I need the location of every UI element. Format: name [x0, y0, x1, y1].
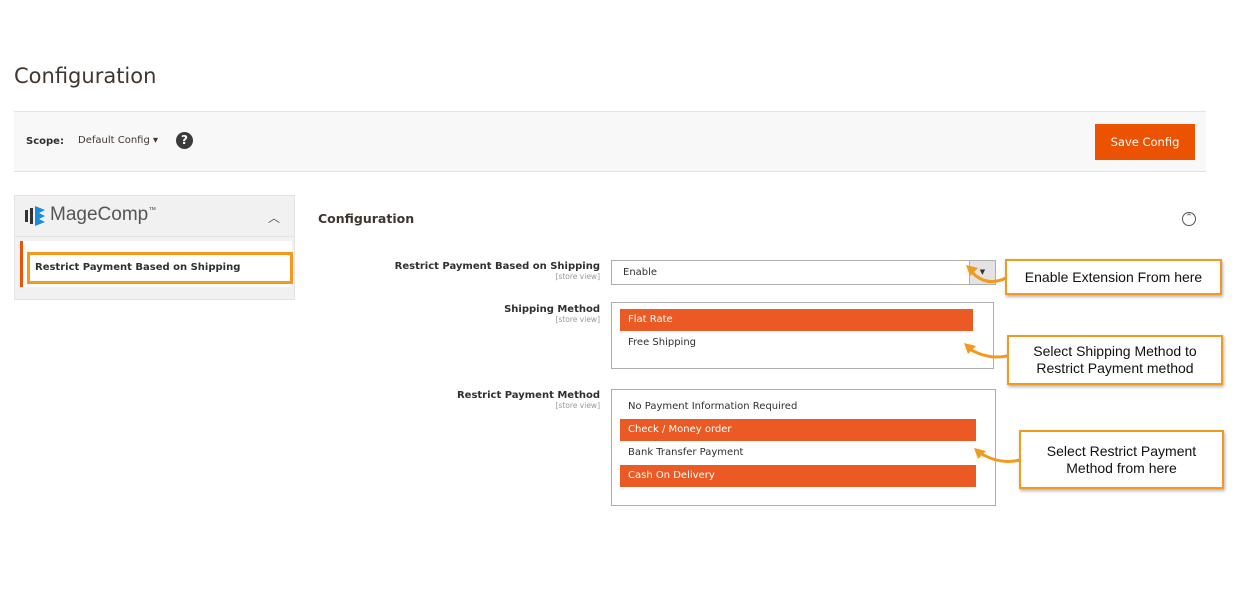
annotation-shipping: Select Shipping Method to Restrict Payme…: [1007, 335, 1223, 385]
scope-label: Scope:: [26, 136, 64, 147]
annotation-enable: Enable Extension From here: [1005, 259, 1222, 295]
save-config-button[interactable]: Save Config: [1095, 124, 1195, 160]
option-no-payment[interactable]: No Payment Information Required: [620, 396, 976, 418]
option-bank-transfer[interactable]: Bank Transfer Payment: [620, 442, 976, 464]
option-flat-rate[interactable]: Flat Rate: [620, 309, 973, 331]
annotation-payment: Select Restrict Payment Method from here: [1019, 430, 1224, 489]
caret-down-icon: ▾: [153, 135, 159, 146]
restrict-payment-enable-select[interactable]: Enable ▼: [611, 260, 996, 285]
chevron-up-icon[interactable]: ︿: [268, 209, 280, 226]
option-cash-on-delivery[interactable]: Cash On Delivery: [620, 465, 976, 487]
shipping-method-multiselect[interactable]: Flat Rate Free Shipping: [611, 302, 994, 369]
arrow-icon: [979, 451, 1021, 463]
sidebar-item-label: Restrict Payment Based on Shipping: [27, 252, 293, 284]
help-icon[interactable]: ?: [176, 132, 193, 149]
arrow-icon: [968, 269, 1007, 284]
field-label: Restrict Payment Based on Shipping [store…: [394, 261, 600, 281]
brand-name: MageComp™: [50, 204, 157, 225]
magecomp-logo-icon: [25, 206, 45, 226]
scope-switcher[interactable]: Default Config ▾: [78, 135, 158, 146]
collapse-icon[interactable]: ⌃: [1182, 212, 1196, 226]
select-value: Enable: [623, 267, 658, 278]
option-check-money-order[interactable]: Check / Money order: [620, 419, 976, 441]
sidebar-group-magecomp[interactable]: MageComp™ ︿: [15, 196, 294, 237]
sidebar-item-restrict-payment[interactable]: Restrict Payment Based on Shipping: [20, 241, 293, 287]
field-label: Restrict Payment Method [store view]: [456, 390, 600, 410]
scope-value: Default Config: [78, 135, 150, 146]
section-title[interactable]: Configuration: [318, 211, 414, 226]
field-label: Shipping Method [store view]: [504, 304, 600, 324]
restrict-payment-method-multiselect[interactable]: No Payment Information Required Check / …: [611, 389, 996, 506]
page-title: Configuration: [14, 64, 157, 88]
scope-bar: Scope: Default Config ▾ ? Save Config: [14, 111, 1206, 172]
option-free-shipping[interactable]: Free Shipping: [620, 332, 973, 354]
sidebar: MageComp™ ︿ Restrict Payment Based on Sh…: [14, 195, 295, 300]
